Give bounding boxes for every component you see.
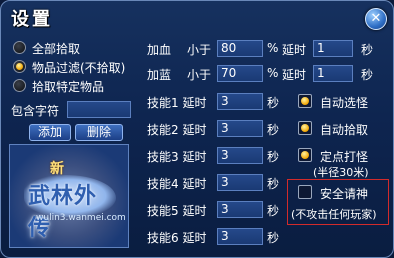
fixed-point-sub-label: (半径30米) — [313, 166, 369, 179]
skill-3-unit: 秒 — [267, 150, 280, 164]
radio-pickup-all[interactable] — [13, 41, 26, 54]
skill-2-unit: 秒 — [267, 123, 280, 137]
add-button[interactable]: 添加 — [29, 124, 71, 141]
skill-2-label: 技能2 延时 — [147, 123, 207, 137]
hp-delay-input[interactable]: 1 — [313, 40, 353, 57]
skill-6-delay-input[interactable]: 3 — [217, 228, 263, 245]
radio-pickup-specific-label: 拾取特定物品 — [32, 80, 105, 94]
fixed-point-label: 定点打怪 — [320, 150, 369, 164]
mp-threshold-input[interactable]: 70 — [217, 65, 263, 82]
radio-pickup-specific[interactable] — [13, 79, 26, 92]
skill-1-label: 技能1 延时 — [147, 96, 207, 110]
skill-1-unit: 秒 — [267, 96, 280, 110]
contains-text-label: 包含字符 — [11, 104, 60, 118]
logo-new-text: 新 — [50, 161, 64, 177]
hp-threshold-input[interactable]: 80 — [217, 40, 263, 57]
mp-cond-label: 小于 — [187, 68, 212, 82]
safe-mode-checkbox[interactable] — [298, 185, 312, 199]
skill-4-label: 技能4 延时 — [147, 177, 207, 191]
mp-delay-unit: 秒 — [361, 68, 374, 82]
dialog-title: 设置 — [11, 9, 53, 30]
skill-6-label: 技能6 延时 — [147, 231, 207, 245]
auto-pickup-label: 自动拾取 — [320, 123, 369, 137]
auto-select-checkbox[interactable] — [298, 94, 312, 108]
skill-3-delay-input[interactable]: 3 — [217, 147, 263, 164]
item-list[interactable]: 新 武林外传 wulin3.wanmei.com — [9, 144, 129, 248]
hp-cond-label: 小于 — [187, 43, 212, 57]
mp-label: 加蓝 — [147, 68, 172, 82]
radio-pickup-all-label: 全部拾取 — [32, 42, 81, 56]
skill-6-unit: 秒 — [267, 231, 280, 245]
skill-4-unit: 秒 — [267, 177, 280, 191]
delete-button[interactable]: 删除 — [75, 124, 123, 141]
auto-pickup-checkbox[interactable] — [298, 121, 312, 135]
hp-delay-unit: 秒 — [361, 43, 374, 57]
logo-url-text: wulin3.wanmei.com — [36, 213, 126, 223]
contains-text-input[interactable] — [67, 101, 131, 118]
hp-percent-label: % — [267, 41, 279, 55]
mp-delay-input[interactable]: 1 — [313, 65, 353, 82]
game-logo: 新 武林外传 wulin3.wanmei.com — [10, 145, 128, 247]
skill-5-unit: 秒 — [267, 204, 280, 218]
skill-5-delay-input[interactable]: 3 — [217, 201, 263, 218]
radio-item-filter-label: 物品过滤(不拾取) — [32, 61, 126, 75]
hp-label: 加血 — [147, 43, 172, 57]
safe-mode-sub-label: (不攻击任何玩家) — [291, 208, 377, 221]
fixed-point-checkbox[interactable] — [298, 148, 312, 162]
skill-1-delay-input[interactable]: 3 — [217, 93, 263, 110]
mp-delay-label: 延时 — [282, 68, 307, 82]
radio-item-filter[interactable] — [13, 60, 26, 73]
skill-5-label: 技能5 延时 — [147, 204, 207, 218]
close-button[interactable]: ✕ — [365, 8, 387, 30]
safe-mode-label: 安全请神 — [320, 187, 369, 201]
skill-3-label: 技能3 延时 — [147, 150, 207, 164]
settings-dialog: 设置 ✕ 全部拾取 物品过滤(不拾取) 拾取特定物品 包含字符 添加 删除 新 … — [0, 0, 394, 258]
skill-4-delay-input[interactable]: 3 — [217, 174, 263, 191]
auto-select-label: 自动选怪 — [320, 96, 369, 110]
hp-delay-label: 延时 — [282, 43, 307, 57]
skill-2-delay-input[interactable]: 3 — [217, 120, 263, 137]
logo-title-text: 武林外传 — [28, 183, 98, 241]
mp-percent-label: % — [267, 66, 279, 80]
